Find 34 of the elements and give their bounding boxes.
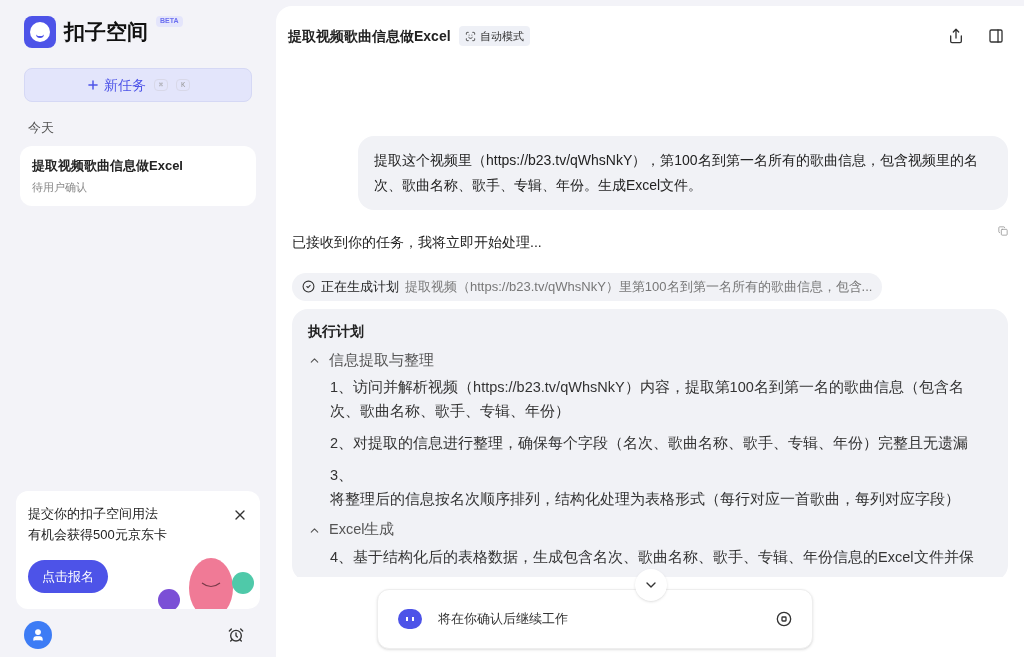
status-text: 将在你确认后继续工作	[438, 610, 569, 629]
logo-text: 扣子空间	[64, 19, 148, 46]
panel-toggle-icon[interactable]	[988, 28, 1004, 44]
task-item[interactable]: 提取视频歌曲信息做Excel 待用户确认	[20, 145, 256, 206]
promo-text: 有机会获得500元京东卡	[28, 526, 167, 544]
plan-step: 3、 将整理后的信息按名次顺序排列，结构化处理为表格形式（每行对应一首歌曲，每列对应字段）	[308, 463, 992, 512]
alarm-clock-icon[interactable]	[228, 627, 244, 643]
avatar[interactable]	[24, 621, 52, 649]
plan-status-label: 正在生成计划	[321, 278, 399, 296]
assistant-reply: 已接收到你的任务，我将立即开始处理...	[292, 233, 543, 252]
task-title: 提取视频歌曲信息做Excel	[32, 156, 184, 175]
scan-icon	[464, 30, 476, 42]
user-icon	[31, 628, 45, 642]
stop-icon[interactable]	[776, 611, 792, 627]
plan-step: 1、访问并解析视频（https://b23.tv/qWhsNkY）内容，提取第100名到第一名的歌曲信息（包含名次、歌曲名称、歌手、专辑、年份）	[308, 375, 992, 424]
plan-step: 4、基于结构化后的表格数据，生成包含名次、歌曲名称、歌手、专辑、年份信息的Excel文件并保	[308, 545, 992, 569]
plan-step: 2、对提取的信息进行整理，确保每个字段（名次、歌曲名称、歌手、专辑、年份）完整且无遗漏	[308, 431, 992, 456]
plan-title: 执行计划	[308, 321, 365, 341]
mascot-icon	[398, 609, 422, 629]
plan-section-title: Excel生成	[329, 520, 395, 540]
user-message: 提取这个视频里（https://b23.tv/qWhsNkY），第100名到第一名所有的歌曲信息，包含视频里的名次、歌曲名称、歌手、专辑、年份。生成Excel文件。	[358, 136, 1008, 210]
signup-button[interactable]: 点击报名	[28, 560, 108, 593]
plan-status-detail: 提取视频（https://b23.tv/qWhsNkY）里第100名到第一名所有的歌曲信息，包含...	[405, 278, 873, 296]
mode-badge[interactable]: 自动模式	[458, 25, 530, 47]
task-status: 待用户确认	[32, 180, 88, 195]
check-icon	[302, 280, 315, 294]
plus-icon	[85, 78, 100, 92]
plan-section-title: 信息提取与整理	[329, 350, 434, 370]
plan-status-chip[interactable]: 正在生成计划 提取视频（https://b23.tv/qWhsNkY）里第100名到第一名所有的歌曲信息，包含...	[292, 273, 883, 301]
promo-text: 提交你的扣子空间用法	[28, 505, 159, 523]
share-icon[interactable]	[948, 28, 964, 44]
section-label: 今天	[28, 119, 55, 137]
logo-icon	[24, 16, 56, 48]
conversation-title: 提取视频歌曲信息做Excel	[288, 26, 451, 46]
